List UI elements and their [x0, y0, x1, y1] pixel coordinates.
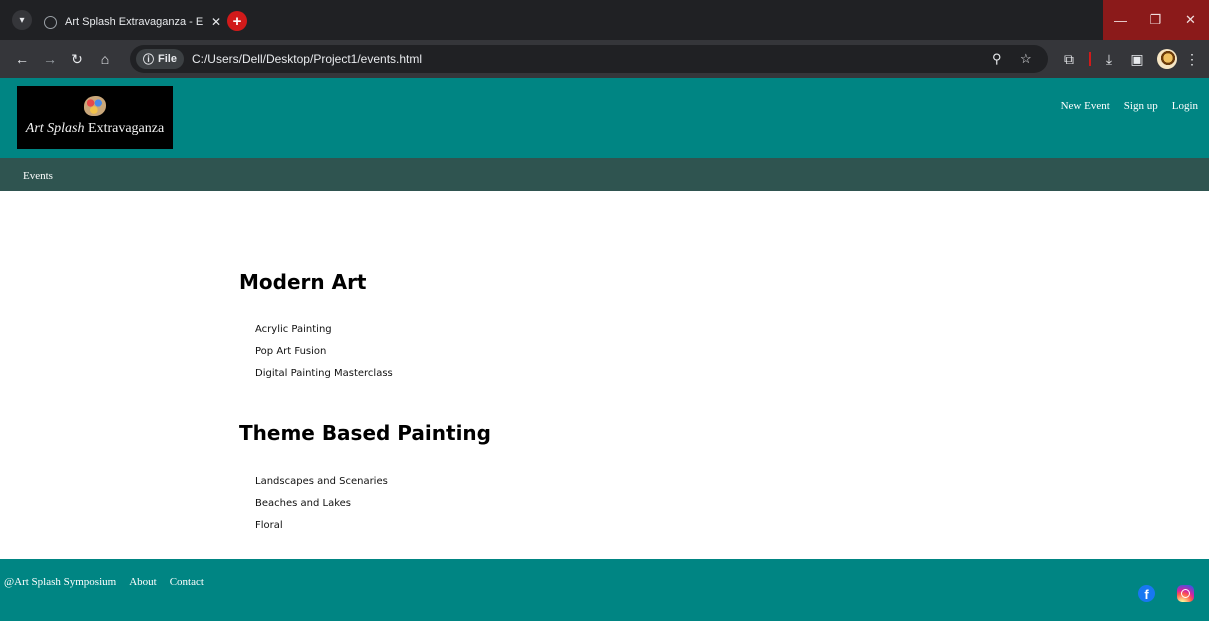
- instagram-icon[interactable]: [1177, 585, 1194, 602]
- new-tab-plus-icon[interactable]: +: [227, 11, 247, 31]
- window-controls: — ❐ ✕: [1103, 0, 1209, 40]
- sidepanel-icon[interactable]: ▣: [1127, 49, 1147, 69]
- minimize-button[interactable]: —: [1103, 0, 1138, 40]
- restore-button[interactable]: ❐: [1138, 0, 1173, 40]
- logo-rest-text: Extravaganza: [84, 121, 165, 136]
- browser-tab-strip: ▾ Art Splash Extravaganza - Events ✕ + —…: [0, 0, 1209, 40]
- site-footer: @Art Splash Symposium About Contact f: [0, 559, 1209, 621]
- info-icon: ⓘ: [143, 54, 154, 66]
- footer-about-link[interactable]: About: [129, 576, 157, 588]
- footer-copyright: @Art Splash Symposium: [4, 576, 117, 588]
- events-main: Modern Art Acrylic Painting Pop Art Fusi…: [0, 191, 1209, 559]
- facebook-icon[interactable]: f: [1138, 585, 1155, 602]
- logo-script-text: Art Splash: [25, 121, 85, 136]
- events-link[interactable]: Events: [23, 170, 53, 182]
- nav-new-event-link[interactable]: New Event: [1061, 100, 1110, 112]
- theme-based-list: Landscapes and Scenaries Beaches and Lak…: [255, 474, 388, 540]
- modern-art-list: Acrylic Painting Pop Art Fusion Digital …: [255, 322, 393, 388]
- tab-close-icon[interactable]: ✕: [211, 15, 221, 29]
- nav-sign-up-link[interactable]: Sign up: [1124, 100, 1158, 112]
- star-icon[interactable]: ☆: [1020, 51, 1032, 67]
- back-icon[interactable]: ←: [12, 49, 32, 69]
- home-icon[interactable]: ⌂: [95, 49, 115, 69]
- footer-links: @Art Splash Symposium About Contact: [4, 576, 204, 588]
- list-item[interactable]: Digital Painting Masterclass: [255, 366, 393, 388]
- logo-text: Art Splash Extravaganza: [26, 121, 164, 137]
- palette-icon: [84, 96, 106, 116]
- section-heading-modern-art: Modern Art: [239, 270, 367, 294]
- list-item[interactable]: Landscapes and Scenaries: [255, 474, 388, 496]
- file-label: File: [158, 53, 177, 65]
- list-item[interactable]: Beaches and Lakes: [255, 496, 388, 518]
- nav-login-link[interactable]: Login: [1172, 100, 1198, 112]
- profile-avatar[interactable]: [1157, 49, 1177, 69]
- site-info-chip[interactable]: ⓘ File: [136, 49, 184, 69]
- sub-nav: Events: [0, 158, 1209, 191]
- header-nav: New Event Sign up Login: [1061, 100, 1198, 112]
- reload-icon[interactable]: ↻: [67, 49, 87, 69]
- list-item[interactable]: Acrylic Painting: [255, 322, 393, 344]
- section-heading-theme-based: Theme Based Painting: [239, 421, 491, 445]
- url-text: C:/Users/Dell/Desktop/Project1/events.ht…: [191, 52, 423, 66]
- tab-search-chevron-down-icon[interactable]: ▾: [12, 10, 32, 30]
- list-item[interactable]: Pop Art Fusion: [255, 344, 393, 366]
- browser-tab[interactable]: Art Splash Extravaganza - Events ✕: [38, 10, 222, 34]
- list-item[interactable]: Floral: [255, 518, 388, 540]
- menu-icon[interactable]: ⋮: [1182, 49, 1202, 69]
- toolbar-divider: [1089, 52, 1091, 66]
- address-bar[interactable]: ⓘ File C:/Users/Dell/Desktop/Project1/ev…: [130, 45, 1048, 73]
- zoom-icon[interactable]: ⚲: [992, 51, 1002, 67]
- site-header: Art Splash Extravaganza New Event Sign u…: [0, 78, 1209, 158]
- site-logo[interactable]: Art Splash Extravaganza: [17, 86, 173, 149]
- extensions-icon[interactable]: ⧉: [1059, 49, 1079, 69]
- close-window-button[interactable]: ✕: [1173, 0, 1208, 40]
- browser-toolbar: ← → ↻ ⌂ ⓘ File C:/Users/Dell/Desktop/Pro…: [0, 40, 1209, 78]
- tab-title: Art Splash Extravaganza - Events: [65, 16, 203, 28]
- footer-contact-link[interactable]: Contact: [170, 576, 204, 588]
- download-icon[interactable]: ⤓: [1099, 49, 1119, 69]
- forward-icon[interactable]: →: [40, 49, 60, 69]
- globe-icon: [44, 15, 57, 29]
